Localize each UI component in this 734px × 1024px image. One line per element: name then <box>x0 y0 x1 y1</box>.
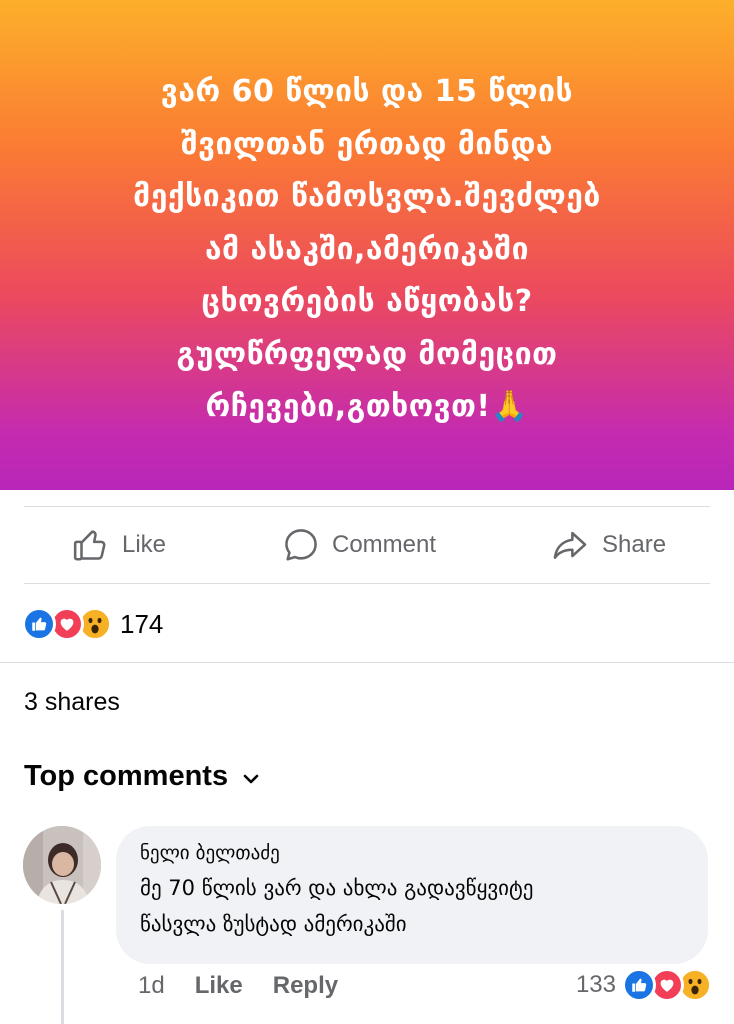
comment-label: Comment <box>332 531 437 558</box>
comment-bubble-icon <box>282 526 320 564</box>
comment-button[interactable]: Comment <box>282 507 436 583</box>
comment-meta: 1d Like Reply <box>138 972 338 1000</box>
comment-reply-button[interactable]: Reply <box>273 972 338 1000</box>
like-reaction-icon <box>622 968 656 1002</box>
chevron-down-icon <box>242 760 260 793</box>
comment-author[interactable]: ნელი ბელთაძე <box>140 842 684 864</box>
like-reaction-icon <box>22 607 56 641</box>
divider-reactions <box>0 662 734 663</box>
avatar[interactable] <box>23 826 101 904</box>
comment-like-button[interactable]: Like <box>195 972 243 1000</box>
thread-line <box>61 910 64 1024</box>
shares-count[interactable]: 3 shares <box>24 688 120 717</box>
comment-time[interactable]: 1d <box>138 972 165 1000</box>
divider-actions <box>24 583 710 584</box>
comments-filter-label: Top comments <box>24 760 229 792</box>
like-label: Like <box>122 531 167 558</box>
share-arrow-icon <box>550 526 590 564</box>
post-text-banner: ვარ 60 წლის და 15 წლის შვილთან ერთად მინ… <box>0 0 734 490</box>
comment-reaction-count: 133 <box>575 971 616 998</box>
share-label: Share <box>602 531 667 558</box>
comment-reactions[interactable]: 133 <box>576 968 712 1002</box>
share-button[interactable]: Share <box>550 507 666 583</box>
like-button[interactable]: Like <box>72 507 166 583</box>
post-actions-bar: Like Comment Share <box>0 507 734 583</box>
post-text: ვარ 60 წლის და 15 წლის შვილთან ერთად მინ… <box>133 74 601 424</box>
comment-bubble[interactable]: ნელი ბელთაძე მე 70 წლის ვარ და ახლა გადა… <box>116 826 708 964</box>
thumbs-up-icon <box>72 526 110 564</box>
reaction-count: 174 <box>120 608 164 639</box>
comments-filter[interactable]: Top comments <box>24 760 260 793</box>
reaction-summary[interactable]: 174 <box>22 604 163 644</box>
comment-text: მე 70 წლის ვარ და ახლა გადავწყვიტე წასვლ… <box>140 876 534 936</box>
